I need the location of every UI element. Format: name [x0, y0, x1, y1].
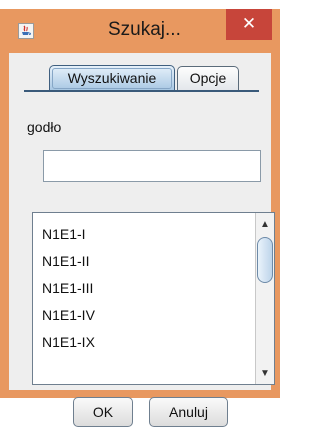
results-list[interactable]: N1E1-I N1E1-II N1E1-III N1E1-IV N1E1-IX …: [32, 212, 275, 385]
search-dialog: Szukaj... ✕ Wyszukiwanie Opcje godło N1E…: [0, 9, 280, 427]
tab-wyszukiwanie[interactable]: Wyszukiwanie: [49, 65, 175, 90]
cancel-button[interactable]: Anuluj: [149, 397, 228, 427]
dialog-title: Szukaj...: [108, 19, 181, 40]
tab-divider: [24, 90, 259, 92]
scroll-thumb[interactable]: [257, 237, 273, 283]
list-item[interactable]: N1E1-II: [33, 248, 256, 274]
ok-button[interactable]: OK: [73, 397, 133, 427]
vertical-scrollbar[interactable]: ▲ ▼: [255, 213, 274, 384]
tab-label: Wyszukiwanie: [52, 68, 172, 89]
results-items: N1E1-I N1E1-II N1E1-III N1E1-IV N1E1-IX: [33, 213, 256, 384]
list-item[interactable]: N1E1-IV: [33, 302, 256, 328]
godlo-input[interactable]: [43, 150, 261, 182]
tab-label: Opcje: [189, 70, 227, 86]
close-button[interactable]: ✕: [226, 9, 272, 40]
scroll-down-icon[interactable]: ▼: [256, 366, 274, 382]
scroll-up-icon[interactable]: ▲: [256, 217, 274, 233]
tab-opcje[interactable]: Opcje: [177, 66, 239, 91]
java-icon[interactable]: [18, 23, 34, 39]
godlo-label: godło: [27, 119, 62, 135]
list-item[interactable]: N1E1-IX: [33, 329, 256, 355]
tab-strip: Wyszukiwanie Opcje: [49, 65, 259, 91]
title-bar[interactable]: Szukaj... ✕: [0, 9, 280, 52]
close-icon: ✕: [241, 14, 257, 33]
dialog-body: Wyszukiwanie Opcje godło N1E1-I N1E1-II …: [9, 53, 275, 427]
list-item[interactable]: N1E1-I: [33, 221, 256, 247]
list-item[interactable]: N1E1-III: [33, 275, 256, 301]
